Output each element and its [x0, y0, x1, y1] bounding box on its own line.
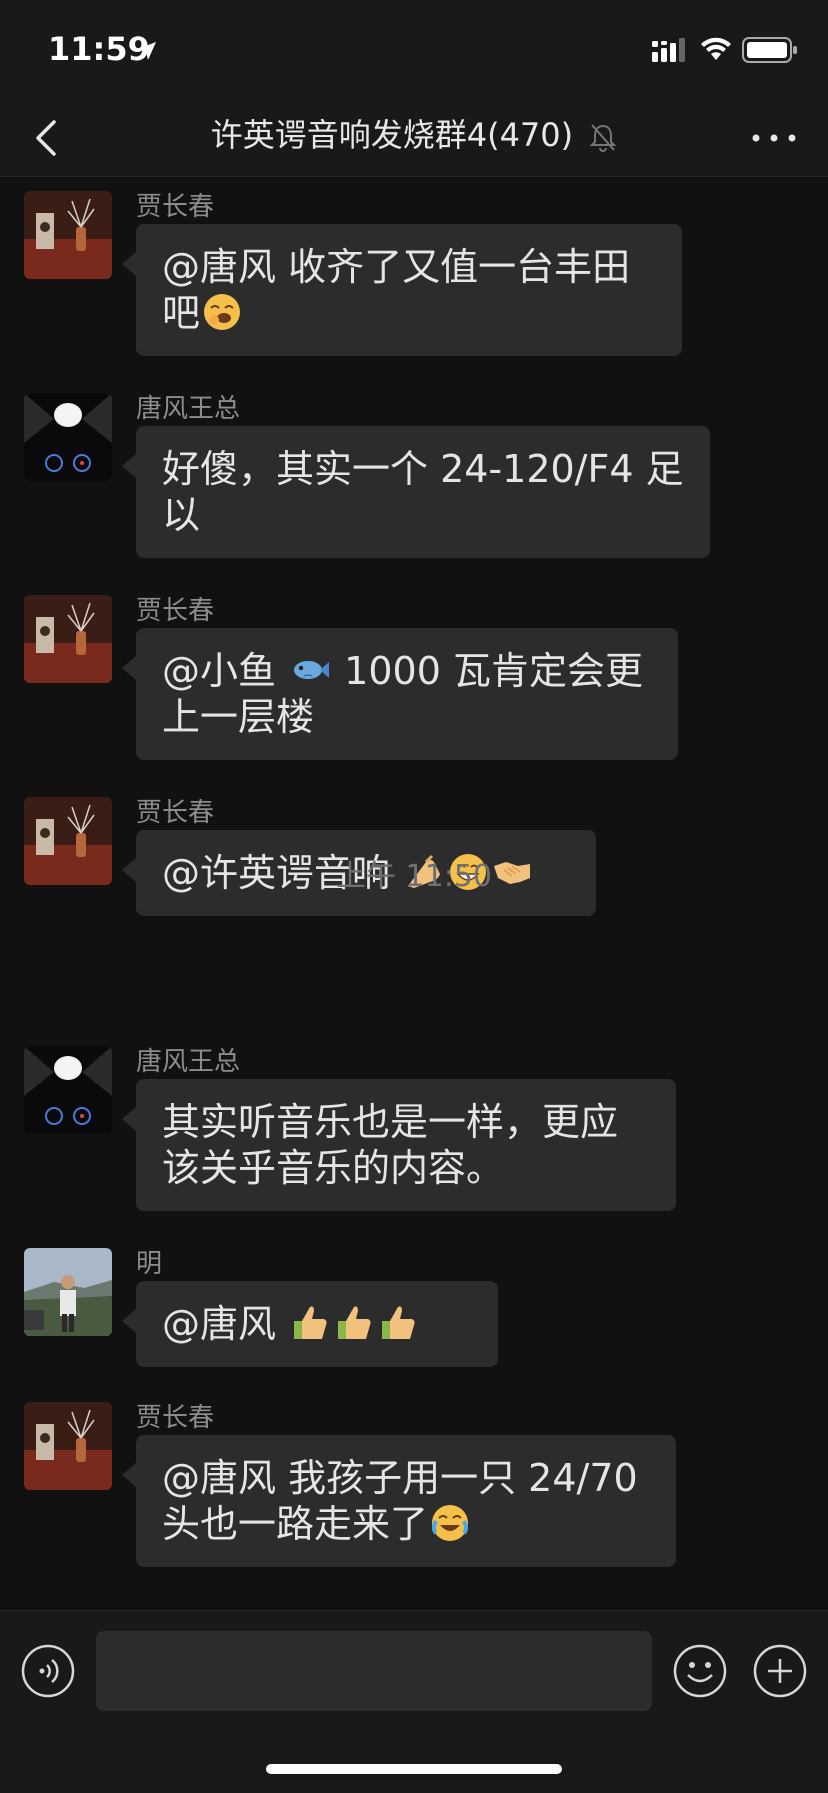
wifi-icon [701, 37, 731, 60]
avatar-speaker-vase[interactable] [24, 1402, 112, 1490]
chat-title: 许英谔音响发烧群4(470) [0, 110, 828, 160]
location-arrow-icon [138, 42, 156, 60]
message-bubble[interactable]: 其实听音乐也是一样，更应 该关乎音乐的内容。 [122, 1079, 676, 1211]
sender-name: 唐风王总 [136, 1047, 241, 1077]
sender-name: 唐风王总 [136, 394, 241, 424]
chat-timestamp: 上午 11:50 [336, 859, 492, 894]
battery-icon [742, 37, 797, 63]
more-functions-plus-icon[interactable] [752, 1643, 808, 1699]
emoji-picker-icon[interactable] [672, 1643, 728, 1699]
message-text-line2: 头也一路走来了 [162, 1501, 650, 1547]
more-options-icon[interactable] [746, 118, 802, 158]
message-bubble[interactable]: @唐风 我孩子用一只 24/70 头也一路走来了 [122, 1435, 676, 1567]
message-text-line2: 该关乎音乐的内容。 [162, 1146, 505, 1190]
message-list[interactable]: 贾长春 @唐风 收齐了又值一台丰田 吧 唐风王总 好傻，其实一个 24-120/… [0, 177, 828, 1610]
sender-name: 贾长春 [136, 192, 215, 222]
avatar-person-outdoor[interactable] [24, 1248, 112, 1336]
message-text: @唐风 收齐了又值一台丰田 [162, 245, 631, 289]
avatar-car-dashboard[interactable] [24, 1046, 112, 1134]
group-name: 许英谔音响发烧群 [210, 116, 467, 154]
message-text-line2: 上一层楼 [162, 695, 315, 739]
home-indicator [266, 1764, 562, 1774]
avatar-speaker-vase[interactable] [24, 191, 112, 279]
message-bubble[interactable]: @唐风 收齐了又值一台丰田 吧 [122, 224, 682, 356]
sender-name: 明 [136, 1249, 163, 1279]
sender-name: 贾长春 [136, 596, 215, 626]
message-text-line2: 吧 [162, 290, 656, 336]
cellular-signal-icon [652, 38, 685, 62]
mute-bell-icon [589, 124, 617, 152]
status-time: 11:59 [48, 30, 150, 68]
tears-of-joy-emoji-icon [432, 1505, 469, 1541]
avatar-car-dashboard[interactable] [24, 393, 112, 481]
voice-input-icon[interactable] [20, 1643, 76, 1699]
message-text: @唐风 [162, 1301, 472, 1347]
sender-name: 贾长春 [136, 798, 215, 828]
fish-emoji-icon [294, 661, 330, 679]
message-bubble[interactable]: 好傻，其实一个 24-120/F4 足 以 [122, 426, 710, 558]
chat-header: 许英谔音响发烧群4(470) [0, 100, 828, 177]
message-text: 其实听音乐也是一样，更应 [162, 1100, 619, 1144]
avatar-speaker-vase[interactable] [24, 595, 112, 683]
message-input[interactable] [96, 1631, 652, 1711]
message-text: @唐风 我孩子用一只 24/70 [162, 1456, 638, 1500]
yawn-emoji-icon [204, 294, 241, 330]
thumbs-up-emoji-icon [338, 1306, 371, 1339]
message-text-line2: 以 [162, 493, 201, 537]
message-text: 好傻，其实一个 24-120/F4 足 [162, 447, 684, 491]
thumbs-up-emoji-icon [382, 1306, 415, 1339]
thumbs-up-emoji-icon [294, 1306, 327, 1339]
member-count: 4(470) [466, 116, 574, 154]
message-text: @小鱼 1000 瓦肯定会更 [162, 649, 643, 693]
message-bubble[interactable]: @唐风 [122, 1281, 498, 1367]
status-bar: 11:59 [0, 0, 828, 100]
sender-name: 贾长春 [136, 1403, 215, 1433]
message-bubble[interactable]: @小鱼 1000 瓦肯定会更 上一层楼 [122, 628, 678, 760]
